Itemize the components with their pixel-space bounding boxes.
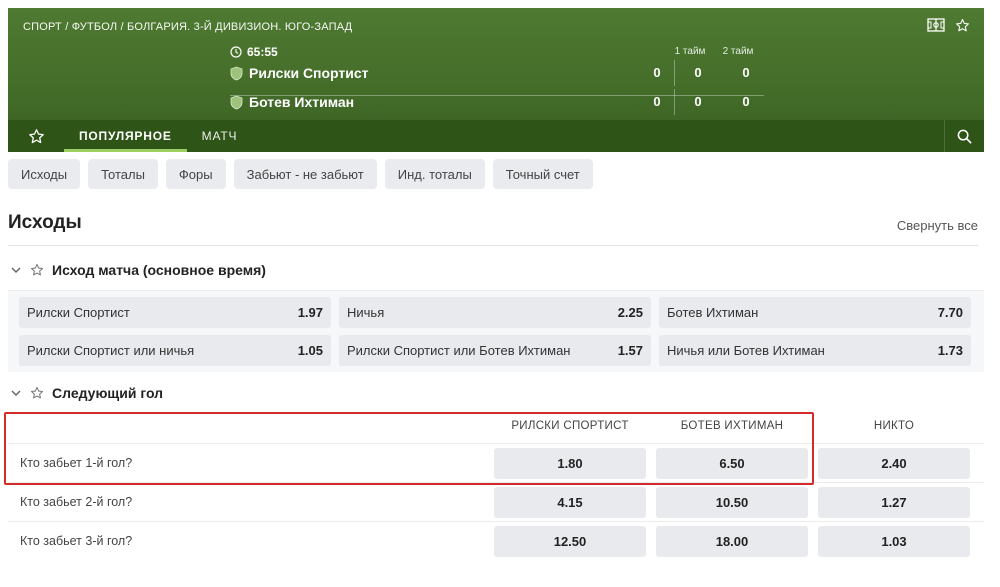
score-separator <box>674 60 675 86</box>
section-title: Исходы <box>8 212 82 233</box>
tab-match[interactable]: МАТЧ <box>187 120 253 152</box>
market-filter-chips: Исходы Тоталы Форы Забьют - не забьют Ин… <box>8 159 593 189</box>
filter-chip-both-score[interactable]: Забьют - не забьют <box>233 159 377 189</box>
outcome-label: Ботев Ихтиман <box>667 305 759 320</box>
market-nav: ПОПУЛЯРНОЕ МАТЧ <box>8 120 984 152</box>
half-2-header: 2 тайм <box>722 46 754 57</box>
team-row-home: Рилски Спортист 0 0 0 <box>230 60 764 86</box>
team-score: 0 <box>653 65 661 80</box>
odd-value: 1.97 <box>297 305 323 320</box>
star-icon[interactable] <box>955 18 970 33</box>
odd-button[interactable]: Рилски Спортист 1.97 <box>19 297 331 328</box>
outcome-label: Ничья <box>347 305 385 320</box>
tab-popular[interactable]: ПОПУЛЯРНОЕ <box>64 120 187 152</box>
outcome-label: Рилски Спортист или Ботев Ихтиман <box>347 343 571 358</box>
odd-button[interactable]: 2.40 <box>818 448 970 479</box>
odd-button[interactable]: 4.15 <box>494 487 646 518</box>
breadcrumb[interactable]: СПОРТ / ФУТБОЛ / БОЛГАРИЯ. 3-Й ДИВИЗИОН.… <box>23 21 352 33</box>
chevron-down-icon[interactable] <box>10 264 22 276</box>
team-half1-score: 0 <box>694 65 702 80</box>
team-score: 0 <box>653 94 661 109</box>
outcome-label: Рилски Спортист <box>27 305 130 320</box>
section-divider <box>8 245 978 246</box>
match-time: 65:55 <box>247 45 278 59</box>
market-title: Исход матча (основное время) <box>52 262 266 278</box>
team-row-away: Ботев Ихтиман 0 0 0 <box>230 89 764 115</box>
odd-value: 2.25 <box>617 305 643 320</box>
filter-chip-handicaps[interactable]: Форы <box>165 159 226 189</box>
header-icons <box>927 18 970 33</box>
market-header-next-goal[interactable]: Следующий гол <box>10 385 163 401</box>
row-label: Кто забьет 3-й гол? <box>20 534 133 548</box>
odd-value: 1.57 <box>617 343 643 358</box>
odd-value: 7.70 <box>937 305 963 320</box>
filter-chip-individual-totals[interactable]: Инд. тоталы <box>384 159 485 189</box>
outcome-label: Ничья или Ботев Ихтиман <box>667 343 825 358</box>
odd-value: 1.73 <box>937 343 963 358</box>
table-row: Кто забьет 3-й гол? 12.50 18.00 1.03 <box>8 521 984 560</box>
team-shield-icon <box>230 66 243 80</box>
odd-button[interactable]: 1.03 <box>818 526 970 557</box>
match-header: СПОРТ / ФУТБОЛ / БОЛГАРИЯ. 3-Й ДИВИЗИОН.… <box>8 8 984 120</box>
search-icon[interactable] <box>944 120 984 152</box>
filter-chip-exact-score[interactable]: Точный счет <box>492 159 593 189</box>
market-title: Следующий гол <box>52 385 164 401</box>
odd-button[interactable]: Ничья или Ботев Ихтиман 1.73 <box>659 335 971 366</box>
odd-button[interactable]: Ничья 2.25 <box>339 297 651 328</box>
filter-chip-totals[interactable]: Тоталы <box>88 159 158 189</box>
favorites-star-icon[interactable] <box>8 120 64 152</box>
odd-button[interactable]: 10.50 <box>656 487 808 518</box>
highlight-annotation-box <box>4 412 814 485</box>
team-half1-score: 0 <box>694 94 702 109</box>
odd-button[interactable]: Рилски Спортист или Ботев Ихтиман 1.57 <box>339 335 651 366</box>
match-result-panel: Рилски Спортист 1.97 Ничья 2.25 Ботев Их… <box>8 290 984 372</box>
odd-button[interactable]: 18.00 <box>656 526 808 557</box>
chevron-down-icon[interactable] <box>10 387 22 399</box>
clock-icon <box>230 46 242 58</box>
column-header-none: НИКТО <box>873 420 915 432</box>
star-icon[interactable] <box>30 386 44 400</box>
outcome-label: Рилски Спортист или ничья <box>27 343 195 358</box>
odd-value: 1.05 <box>297 343 323 358</box>
filter-chip-outcomes[interactable]: Исходы <box>8 159 81 189</box>
field-icon[interactable] <box>927 18 945 33</box>
score-separator <box>674 89 675 115</box>
odd-button[interactable]: 1.27 <box>818 487 970 518</box>
team-half2-score: 0 <box>742 65 750 80</box>
odd-button[interactable]: Ботев Ихтиман 7.70 <box>659 297 971 328</box>
collapse-all-link[interactable]: Свернуть все <box>897 218 978 233</box>
odd-button[interactable]: Рилски Спортист или ничья 1.05 <box>19 335 331 366</box>
row-label: Кто забьет 2-й гол? <box>20 495 133 509</box>
odd-button[interactable]: 12.50 <box>494 526 646 557</box>
team-half2-score: 0 <box>742 94 750 109</box>
star-icon[interactable] <box>30 263 44 277</box>
half-1-header: 1 тайм <box>674 46 706 57</box>
market-header-match-result[interactable]: Исход матча (основное время) <box>10 262 266 278</box>
team-shield-icon <box>230 95 243 109</box>
match-clock: 65:55 <box>230 45 278 59</box>
table-row: Кто забьет 2-й гол? 4.15 10.50 1.27 <box>8 482 984 521</box>
